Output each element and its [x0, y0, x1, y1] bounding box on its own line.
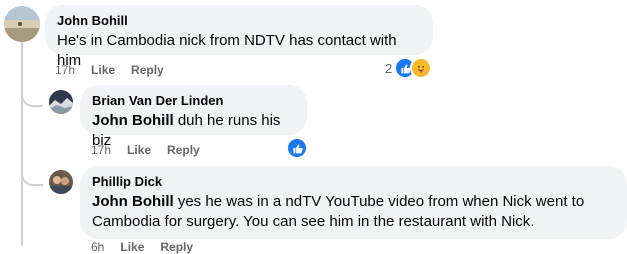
- reaction-summary[interactable]: [286, 137, 308, 159]
- comment-author[interactable]: Brian Van Der Linden: [92, 93, 295, 109]
- comment-time[interactable]: 17h: [55, 63, 75, 77]
- comment-bubble: Phillip Dick John Bohill yes he was in a…: [80, 166, 627, 239]
- comment-actions: 17h Like Reply: [55, 63, 164, 77]
- comment-text: John Bohill yes he was in a ndTV YouTube…: [92, 193, 585, 230]
- comment-author[interactable]: John Bohill: [57, 13, 421, 29]
- comment-author[interactable]: Phillip Dick: [92, 174, 615, 190]
- comment-bubble: Brian Van Der Linden John Bohill duh he …: [80, 85, 307, 149]
- reaction-summary[interactable]: 2: [385, 57, 433, 79]
- reply-button[interactable]: Reply: [167, 143, 200, 157]
- avatar-john-bohill[interactable]: [4, 6, 40, 42]
- avatar-brian-van-der-linden[interactable]: [49, 90, 73, 114]
- reply-button[interactable]: Reply: [160, 240, 193, 254]
- comment-time[interactable]: 17h: [91, 143, 111, 157]
- comment-actions: 6h Like Reply: [91, 240, 193, 254]
- avatar-phillip-dick[interactable]: [49, 170, 73, 194]
- thread-curve-reply-1: [21, 85, 43, 107]
- comment-bubble: John Bohill He's in Cambodia nick from N…: [45, 5, 433, 69]
- thread-curve-reply-2: [21, 164, 43, 186]
- like-icon: [286, 137, 308, 159]
- reaction-count: 2: [385, 60, 393, 76]
- mention-link[interactable]: John Bohill: [92, 112, 174, 129]
- like-button[interactable]: Like: [91, 63, 115, 77]
- thread-line-main: [21, 42, 23, 246]
- like-button[interactable]: Like: [120, 240, 144, 254]
- comment-actions: 17h Like Reply: [91, 143, 200, 157]
- mention-link[interactable]: John Bohill: [92, 193, 174, 210]
- reply-button[interactable]: Reply: [131, 63, 164, 77]
- comment-time[interactable]: 6h: [91, 240, 104, 254]
- like-button[interactable]: Like: [127, 143, 151, 157]
- care-icon: [410, 57, 433, 79]
